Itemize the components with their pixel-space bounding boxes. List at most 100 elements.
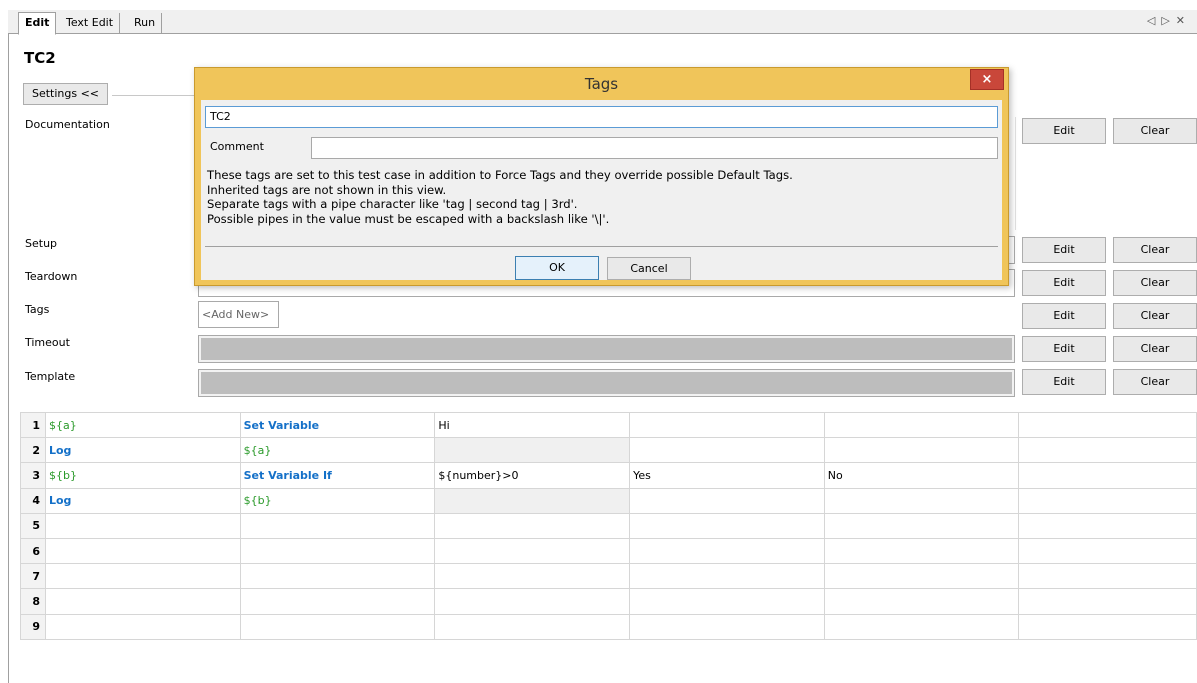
grid-cell[interactable] — [823, 563, 1020, 590]
grid-cell[interactable]: ${number}>0 — [434, 462, 631, 489]
row-number[interactable]: 2 — [20, 437, 46, 464]
grid-cell[interactable]: Hi — [434, 411, 631, 439]
tab-prev-icon[interactable]: ◁ — [1147, 14, 1161, 27]
grid-cell[interactable] — [239, 613, 436, 640]
grid-cell[interactable] — [1018, 411, 1197, 439]
tab-edit[interactable]: Edit — [18, 12, 57, 35]
grid-cell[interactable] — [629, 537, 825, 565]
comment-input[interactable] — [311, 137, 998, 159]
grid-cell[interactable] — [1018, 462, 1197, 489]
grid-cell[interactable] — [434, 512, 631, 539]
grid-cell[interactable] — [239, 512, 436, 539]
tab-navigation: ◁▷✕ — [1147, 14, 1191, 27]
row-number[interactable]: 6 — [20, 537, 46, 565]
grid-cell[interactable] — [1018, 537, 1197, 565]
documentation-clear-button[interactable]: Clear — [1113, 118, 1197, 144]
grid-cell[interactable] — [239, 563, 436, 590]
grid-cell[interactable] — [44, 588, 241, 615]
timeout-field[interactable] — [198, 335, 1015, 363]
tags-dialog: Tags × TC2 Comment These tags are set to… — [194, 67, 1009, 286]
tab-text-edit[interactable]: Text Edit — [60, 13, 121, 34]
grid-cell[interactable] — [629, 487, 825, 514]
cancel-button[interactable]: Cancel — [607, 257, 691, 280]
grid-cell[interactable] — [434, 537, 631, 565]
help-line: These tags are set to this test case in … — [207, 168, 793, 182]
grid-cell[interactable] — [1018, 487, 1197, 514]
grid-cell[interactable]: Set Variable If — [239, 462, 436, 489]
grid-cell[interactable] — [823, 512, 1020, 539]
tags-value-input[interactable]: TC2 — [205, 106, 998, 128]
grid-cell[interactable] — [629, 563, 825, 590]
row-number[interactable]: 7 — [20, 563, 46, 590]
add-new-tag-field[interactable]: <Add New> — [198, 301, 279, 328]
row-number[interactable]: 9 — [20, 613, 46, 640]
table-row: 6 — [20, 537, 1197, 565]
grid-cell[interactable]: Log — [44, 487, 241, 514]
tab-close-icon[interactable]: ✕ — [1176, 14, 1191, 27]
grid-cell[interactable] — [44, 512, 241, 539]
grid-cell[interactable] — [629, 411, 825, 439]
grid-cell[interactable] — [823, 411, 1020, 439]
grid-cell[interactable]: ${b} — [239, 487, 436, 514]
grid-cell[interactable] — [823, 437, 1020, 464]
grid-cell[interactable] — [629, 512, 825, 539]
grid-cell[interactable] — [1018, 613, 1197, 640]
row-number[interactable]: 8 — [20, 588, 46, 615]
documentation-edit-button[interactable]: Edit — [1022, 118, 1106, 144]
row-number[interactable]: 3 — [20, 462, 46, 489]
ok-button[interactable]: OK — [515, 256, 599, 280]
template-clear-button[interactable]: Clear — [1113, 369, 1197, 395]
grid-cell[interactable] — [239, 537, 436, 565]
tags-clear-button[interactable]: Clear — [1113, 303, 1197, 329]
grid-cell[interactable]: Yes — [629, 462, 825, 489]
timeout-edit-button[interactable]: Edit — [1022, 336, 1106, 362]
setup-label: Setup — [25, 237, 58, 250]
grid-cell[interactable]: ${b} — [44, 462, 241, 489]
grid-cell[interactable]: No — [823, 462, 1020, 489]
grid-cell[interactable] — [823, 537, 1020, 565]
grid-cell[interactable] — [823, 613, 1020, 640]
page-title: TC2 — [24, 49, 56, 67]
documentation-field[interactable] — [1008, 117, 1016, 230]
row-number[interactable]: 4 — [20, 487, 46, 514]
grid-cell[interactable] — [1018, 437, 1197, 464]
grid-cell[interactable] — [434, 588, 631, 615]
close-icon[interactable]: × — [970, 69, 1004, 90]
teardown-edit-button[interactable]: Edit — [1022, 270, 1106, 296]
template-edit-button[interactable]: Edit — [1022, 369, 1106, 395]
setup-clear-button[interactable]: Clear — [1113, 237, 1197, 263]
setup-edit-button[interactable]: Edit — [1022, 237, 1106, 263]
table-row: 5 — [20, 512, 1197, 539]
grid-cell[interactable]: Log — [44, 437, 241, 464]
grid-cell[interactable] — [823, 588, 1020, 615]
grid-cell[interactable] — [239, 588, 436, 615]
grid-cell[interactable] — [629, 588, 825, 615]
grid-cell[interactable] — [1018, 512, 1197, 539]
grid-cell[interactable]: ${a} — [239, 437, 436, 464]
template-label: Template — [25, 370, 76, 383]
tags-edit-button[interactable]: Edit — [1022, 303, 1106, 329]
help-text: These tags are set to this test case in … — [207, 168, 793, 226]
grid-cell[interactable] — [44, 537, 241, 565]
template-field[interactable] — [198, 369, 1015, 397]
grid-cell[interactable]: ${a} — [44, 411, 241, 439]
grid-cell[interactable] — [434, 487, 631, 514]
tab-run[interactable]: Run — [128, 13, 163, 34]
timeout-clear-button[interactable]: Clear — [1113, 336, 1197, 362]
grid-cell[interactable] — [434, 613, 631, 640]
grid-cell[interactable] — [434, 437, 631, 464]
grid-cell[interactable] — [434, 563, 631, 590]
grid-cell[interactable]: Set Variable — [239, 411, 436, 439]
grid-cell[interactable] — [823, 487, 1020, 514]
row-number[interactable]: 1 — [20, 411, 46, 439]
teardown-clear-button[interactable]: Clear — [1113, 270, 1197, 296]
grid-cell[interactable] — [629, 613, 825, 640]
tab-next-icon[interactable]: ▷ — [1161, 14, 1175, 27]
grid-cell[interactable] — [629, 437, 825, 464]
grid-cell[interactable] — [1018, 563, 1197, 590]
row-number[interactable]: 5 — [20, 512, 46, 539]
grid-cell[interactable] — [44, 613, 241, 640]
grid-cell[interactable] — [1018, 588, 1197, 615]
settings-toggle-button[interactable]: Settings << — [23, 83, 108, 105]
grid-cell[interactable] — [44, 563, 241, 590]
